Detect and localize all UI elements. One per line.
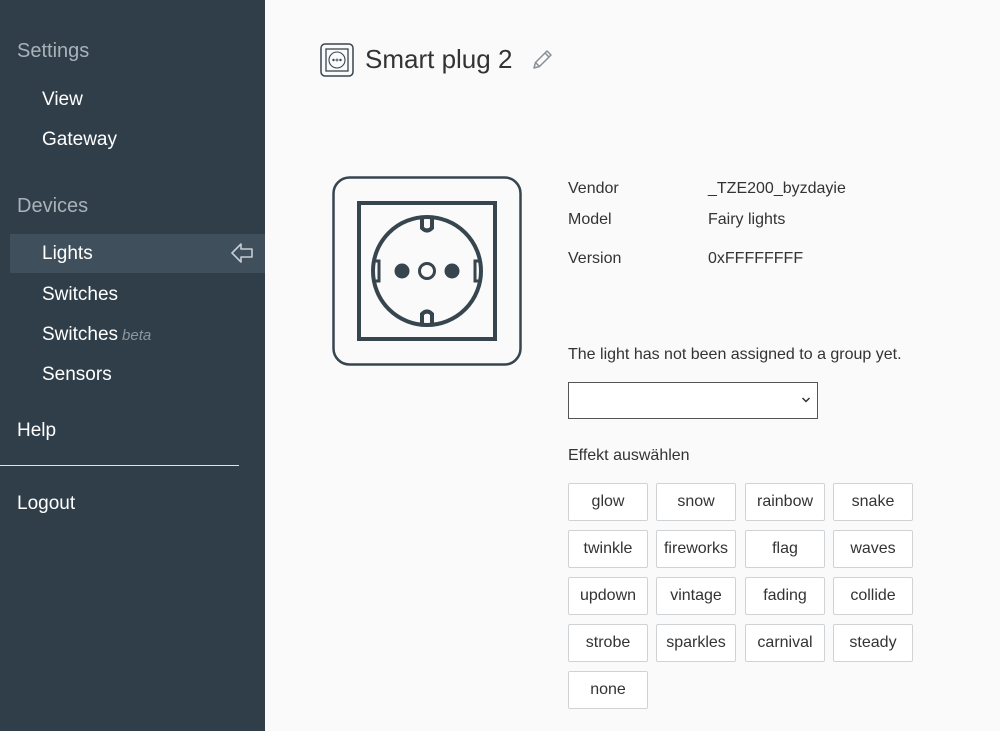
chevron-down-icon <box>801 397 811 403</box>
effect-button-fireworks[interactable]: fireworks <box>656 530 736 568</box>
vendor-value: _TZE200_byzdayie <box>708 180 846 197</box>
effect-heading: Effekt auswählen <box>568 447 690 464</box>
sidebar-item-switches-beta[interactable]: Switches beta <box>42 324 151 346</box>
effect-button-glow[interactable]: glow <box>568 483 648 521</box>
effect-button-collide[interactable]: collide <box>833 577 913 615</box>
sidebar-item-gateway[interactable]: Gateway <box>42 129 117 151</box>
devices-heading: Devices <box>17 195 89 217</box>
effect-button-none[interactable]: none <box>568 671 648 709</box>
socket-icon <box>320 43 354 77</box>
effect-button-waves[interactable]: waves <box>833 530 913 568</box>
effect-button-snow[interactable]: snow <box>656 483 736 521</box>
sidebar-item-sensors[interactable]: Sensors <box>42 364 112 386</box>
effect-button-snake[interactable]: snake <box>833 483 913 521</box>
effect-button-updown[interactable]: updown <box>568 577 648 615</box>
sidebar-item-help[interactable]: Help <box>17 420 56 442</box>
group-message: The light has not been assigned to a gro… <box>568 346 902 363</box>
effect-button-twinkle[interactable]: twinkle <box>568 530 648 568</box>
effect-button-steady[interactable]: steady <box>833 624 913 662</box>
device-image <box>332 176 522 366</box>
version-value: 0xFFFFFFFF <box>708 250 804 267</box>
arrow-left-icon <box>231 243 253 263</box>
model-value: Fairy lights <box>708 211 786 228</box>
vendor-label: Vendor <box>568 180 619 197</box>
sidebar: Settings View Gateway Devices Lights Swi… <box>0 0 265 731</box>
version-label: Version <box>568 250 622 267</box>
settings-heading: Settings <box>17 40 90 62</box>
sidebar-item-label: Switches <box>42 324 119 345</box>
sidebar-item-logout[interactable]: Logout <box>17 493 75 515</box>
effect-button-rainbow[interactable]: rainbow <box>745 483 825 521</box>
sidebar-item-lights[interactable]: Lights <box>10 234 265 273</box>
sidebar-item-switches[interactable]: Switches <box>42 284 118 306</box>
sidebar-divider <box>0 465 239 466</box>
beta-badge: beta <box>122 327 152 344</box>
group-select[interactable] <box>568 382 818 419</box>
effect-button-strobe[interactable]: strobe <box>568 624 648 662</box>
model-label: Model <box>568 211 612 228</box>
effect-button-flag[interactable]: flag <box>745 530 825 568</box>
page-title: Smart plug 2 <box>365 44 513 74</box>
effect-button-vintage[interactable]: vintage <box>656 577 736 615</box>
sidebar-item-view[interactable]: View <box>42 89 83 111</box>
sidebar-item-label: Lights <box>42 243 93 264</box>
pencil-icon[interactable] <box>529 47 555 73</box>
effect-button-sparkles[interactable]: sparkles <box>656 624 736 662</box>
effect-button-carnival[interactable]: carnival <box>745 624 825 662</box>
effect-button-fading[interactable]: fading <box>745 577 825 615</box>
